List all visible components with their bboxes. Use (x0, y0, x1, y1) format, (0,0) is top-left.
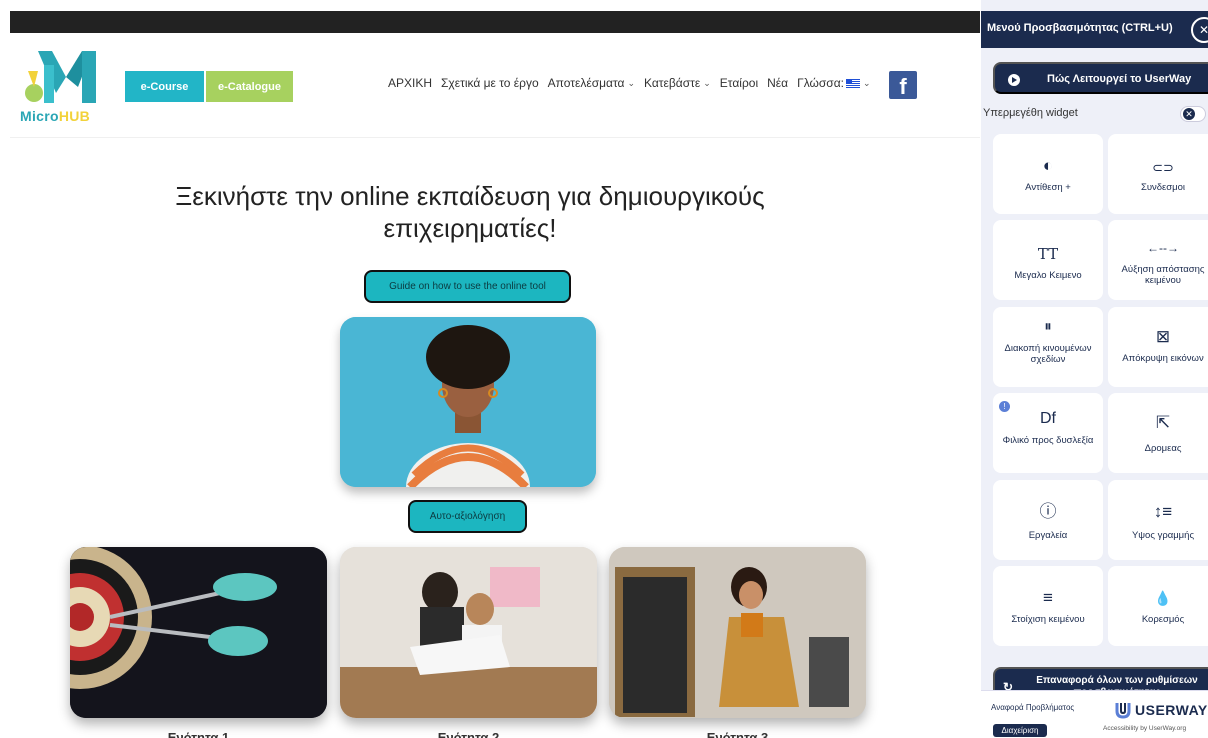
top-bar (10, 11, 980, 33)
pause-icon: ⏸ (1044, 318, 1052, 335)
userway-icon (1115, 703, 1131, 719)
e-catalogue-button[interactable]: e-Catalogue (206, 71, 293, 102)
contrast-icon: ◐ (1042, 156, 1054, 175)
tile-tools[interactable]: ⓘ Εργαλεία (993, 480, 1103, 560)
nav-item-downloads[interactable]: Κατεβάστε ⌄ (644, 76, 711, 90)
play-icon (1008, 74, 1020, 86)
saturation-drop-icon: 💧 (1154, 590, 1172, 606)
microhub-logo[interactable]: MicroHUB (20, 47, 120, 129)
toggle-off-icon: ✕ (1183, 108, 1195, 120)
self-assessment-button[interactable]: Αυτο-αξιολόγηση (408, 500, 527, 533)
logo-mark-icon (25, 51, 96, 103)
tile-links[interactable]: ⊂⊃ Συνδεσμοι (1108, 134, 1208, 214)
tile-hide-images[interactable]: ⊠ Απόκρυψη εικόνων (1108, 307, 1208, 387)
greek-flag-icon (845, 78, 860, 88)
nav-item-results[interactable]: Αποτελέσματα ⌄ (548, 76, 635, 90)
oversize-widget-label: Υπερμεγέθη widget (983, 107, 1078, 119)
nav-item-language[interactable]: Γλώσσα: ⌄ (797, 76, 870, 90)
align-left-icon: ≡ (1043, 588, 1053, 607)
section-card-2[interactable] (340, 547, 597, 718)
nav-item-partners[interactable]: Εταίροι (720, 76, 758, 90)
panel-footer: Αναφορά Προβλήματος Διαχείριση USERWAY A… (981, 690, 1208, 738)
logo-text: MicroHUB (20, 108, 91, 124)
tile-text-align[interactable]: ≡ Στοίχιση κειμένου (993, 566, 1103, 646)
panel-title: Μενού Προσβασιμότητας (CTRL+U) (981, 11, 1208, 48)
section-label-2: Ενότητα 2 (437, 730, 500, 738)
link-icon: ⊂⊃ (1152, 160, 1174, 175)
chevron-down-icon: ⌄ (862, 77, 871, 88)
dyslexia-font-icon: Df (1040, 410, 1056, 427)
tile-text-spacing[interactable]: ←--→ Αύξηση απόστασης κειμένου (1108, 220, 1208, 300)
tile-dyslexia-friendly[interactable]: ! Df Φιλικό προς δυσλεξία (993, 393, 1103, 473)
nav-item-about[interactable]: Σχετικά με το έργο (441, 76, 539, 90)
section-card-1[interactable] (70, 547, 327, 718)
how-userway-works-button[interactable]: Πώς Λειτουργεί το UserWay (993, 62, 1208, 94)
cursor-icon: ⇱ (1155, 413, 1171, 432)
userway-tagline: Accessibility by UserWay.org (1103, 725, 1187, 732)
tile-contrast[interactable]: ◐ Αντίθεση + (993, 134, 1103, 214)
tooltip-icon: ⓘ (1039, 502, 1057, 521)
report-problem-link[interactable]: Αναφορά Προβλήματος (991, 703, 1074, 712)
tile-pause-animations[interactable]: ⏸ Διακοπή κινουμένων σχεδίων (993, 307, 1103, 387)
tile-saturation[interactable]: 💧 Κορεσμός (1108, 566, 1208, 646)
tile-big-text[interactable]: TT Μεγαλο Κειμενο (993, 220, 1103, 300)
chevron-down-icon: ⌄ (703, 77, 711, 88)
hero-image (340, 317, 596, 487)
line-height-icon: ↕≡ (1153, 502, 1173, 521)
userway-logo[interactable]: USERWAY (1114, 701, 1208, 719)
section-label-1: Ενότητα 1 (167, 730, 230, 738)
nav-item-news[interactable]: Νέα (767, 76, 788, 90)
tile-line-height[interactable]: ↕≡ Υψος γραμμής (1108, 480, 1208, 560)
e-course-button[interactable]: e-Course (125, 71, 204, 102)
section-card-3[interactable] (609, 547, 866, 718)
manage-button[interactable]: Διαχείριση (993, 724, 1047, 737)
text-size-icon: TT (1037, 245, 1059, 263)
chevron-down-icon: ⌄ (627, 77, 636, 88)
facebook-icon[interactable]: f (889, 71, 917, 99)
nav-item-home[interactable]: ΑΡΧΙΚΗ (388, 76, 432, 90)
text-spacing-icon: ←--→ (1147, 241, 1179, 255)
main-nav: ΑΡΧΙΚΗ Σχετικά με το έργο Αποτελέσματα ⌄ … (388, 76, 871, 90)
hide-images-icon: ⊠ (1155, 327, 1171, 346)
guide-button[interactable]: Guide on how to use the online tool (364, 270, 571, 303)
oversize-widget-toggle[interactable]: ✕ (1180, 106, 1206, 122)
page-title: Ξεκινήστε την online εκπαίδευση για δημι… (175, 181, 765, 243)
site-header: MicroHUB e-Course e-Catalogue ΑΡΧΙΚΗ Σχε… (10, 33, 980, 138)
accessibility-panel: Μενού Προσβασιμότητας (CTRL+U) ✕ Πώς Λει… (981, 0, 1208, 738)
tile-cursor[interactable]: ⇱ Δρομεας (1108, 393, 1208, 473)
section-label-3: Ενότητα 3 (706, 730, 769, 738)
